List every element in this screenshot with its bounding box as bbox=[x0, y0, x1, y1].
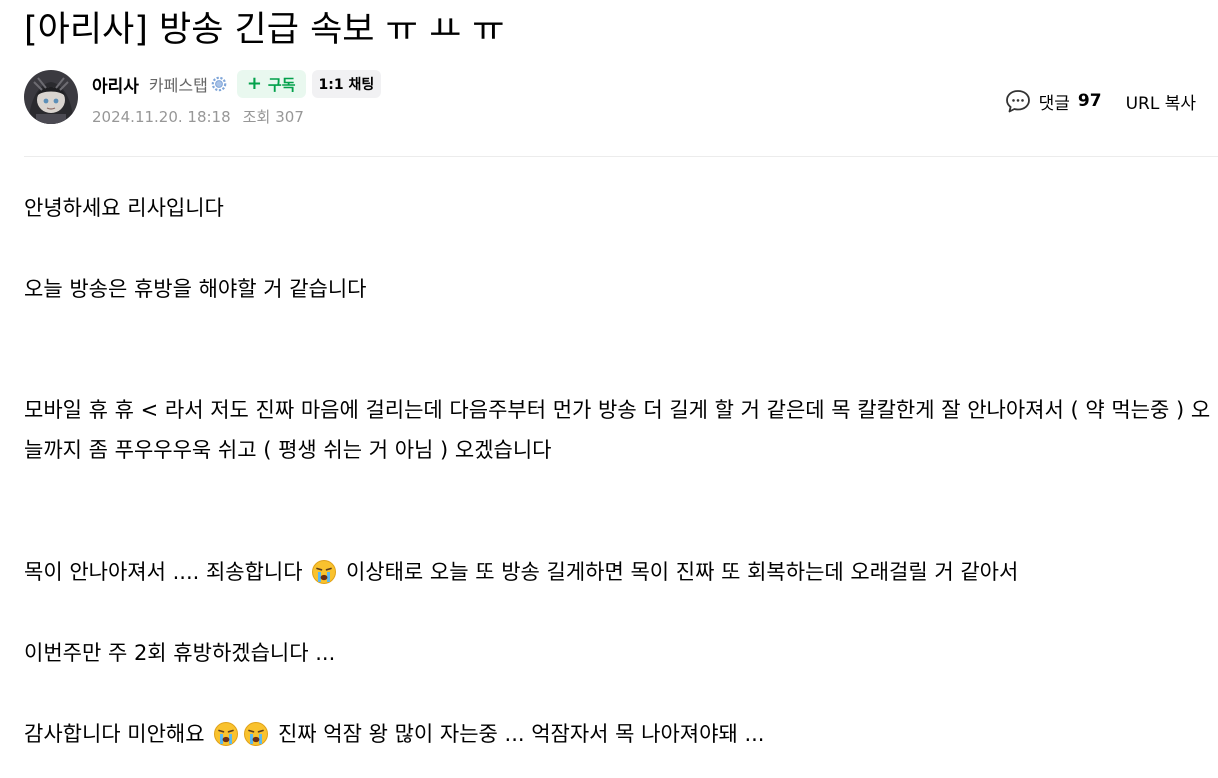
one-to-one-chat-button[interactable]: 1:1 채팅 bbox=[311, 70, 382, 98]
author-name[interactable]: 아리사 bbox=[92, 72, 139, 97]
header-divider bbox=[24, 156, 1218, 157]
paragraph-thanks: 감사합니다 미안해요 진짜 억잠 왕 많이 자는중 ... 억잠자서 목 나아져… bbox=[24, 714, 1212, 754]
url-copy-button[interactable]: URL 복사 bbox=[1126, 89, 1196, 114]
author-grade: 카페스탭 bbox=[148, 76, 208, 95]
subscribe-label: 구독 bbox=[267, 75, 296, 94]
post-date: 2024.11.20. 18:18 bbox=[92, 108, 231, 126]
comment-label: 댓글 bbox=[1038, 93, 1070, 114]
views-count: 307 bbox=[275, 108, 304, 126]
thanks-text-2: 진짜 억잠 왕 많이 자는중 ... 억잠자서 목 나아져야돼 ... bbox=[277, 722, 765, 746]
gear-icon bbox=[211, 76, 227, 92]
speech-bubble-icon bbox=[1005, 88, 1031, 114]
paragraph-notice: 오늘 방송은 휴방을 해야할 거 같습니다 bbox=[24, 277, 367, 301]
author-row: 아리사 카페스탭 + 구독 1:1 채팅 bbox=[92, 69, 382, 99]
author-avatar[interactable] bbox=[24, 70, 78, 124]
views-label: 조회 bbox=[242, 108, 271, 126]
paragraph-explain: 모바일 휴 휴 < 라서 저도 진짜 마음에 걸리는데 다음주부터 먼가 방송 … bbox=[24, 398, 1211, 462]
post-meta: 2024.11.20. 18:18 조회 307 bbox=[92, 106, 304, 127]
comment-count: 97 bbox=[1077, 91, 1102, 111]
crying-face-emoji bbox=[243, 720, 269, 746]
post-page: [아리사] 방송 긴급 속보 ㅠ ㅛ ㅠ 아리사 카페스탭 + 구독 1:1 채 bbox=[0, 0, 1218, 778]
thanks-text-1: 감사합니다 미안해요 bbox=[24, 722, 205, 746]
paragraph-sorry: 목이 안나아져서 .... 죄송합니다 이상태로 오늘 또 방송 길게하면 목이… bbox=[24, 552, 1212, 592]
avatar-image bbox=[24, 70, 78, 124]
sorry-text-2: 이상태로 오늘 또 방송 길게하면 목이 진짜 또 회복하는데 오래걸릴 거 같… bbox=[345, 560, 1019, 584]
crying-face-emoji bbox=[213, 720, 239, 746]
crying-face-emoji bbox=[311, 558, 337, 584]
comment-link[interactable]: 댓글 97 bbox=[1005, 88, 1102, 114]
subscribe-button[interactable]: + 구독 bbox=[236, 70, 306, 98]
post-title: [아리사] 방송 긴급 속보 ㅠ ㅛ ㅠ bbox=[24, 10, 505, 50]
sorry-text-1: 목이 안나아져서 .... 죄송합니다 bbox=[24, 560, 303, 584]
paragraph-greeting: 안녕하세요 리사입니다 bbox=[24, 196, 224, 220]
plus-icon: + bbox=[246, 73, 262, 94]
paragraph-week: 이번주만 주 2회 휴방하겠습니다 ... bbox=[24, 641, 336, 665]
post-tools: 댓글 97 URL 복사 bbox=[1005, 86, 1196, 116]
